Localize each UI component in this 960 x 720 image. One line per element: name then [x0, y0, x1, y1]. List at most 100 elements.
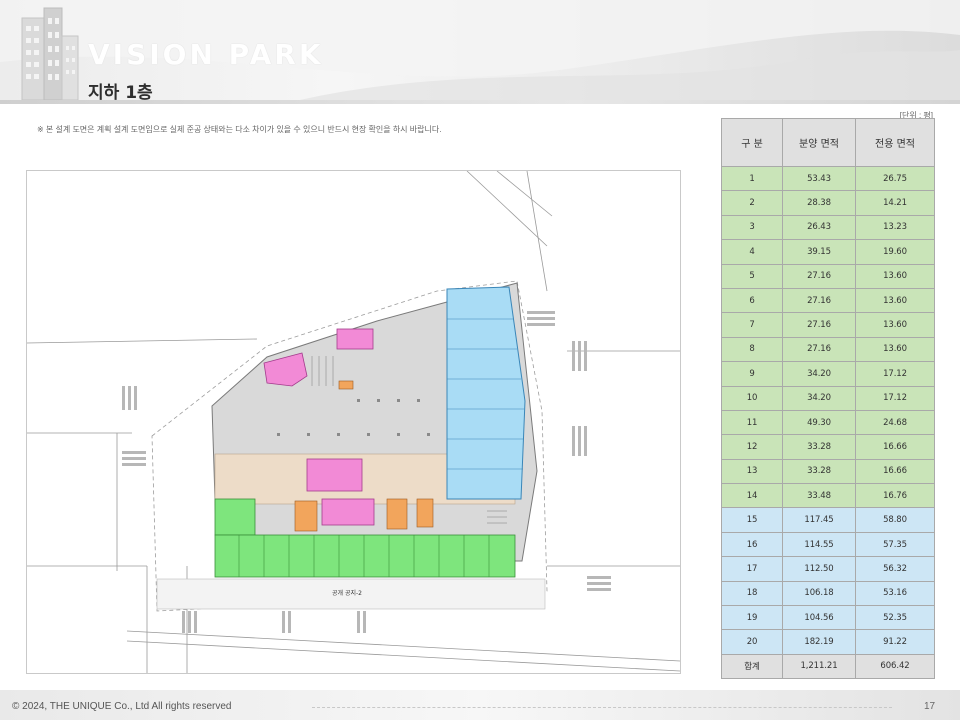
exclusive-area: 53.16	[855, 580, 935, 607]
sale-area: 104.56	[782, 605, 856, 631]
exclusive-area: 19.60	[855, 239, 935, 265]
table-row: 17 112.50 56.32	[721, 556, 935, 582]
column-header-sale-area: 분양 면적	[782, 118, 856, 167]
unit-number: 11	[721, 409, 783, 436]
sale-area: 33.28	[782, 434, 856, 460]
sale-area: 27.16	[782, 287, 856, 314]
exclusive-area: 58.80	[855, 507, 935, 533]
sale-area: 27.16	[782, 312, 856, 338]
sale-area: 49.30	[782, 409, 856, 436]
unit-number: 17	[721, 556, 783, 582]
exclusive-area: 13.23	[855, 214, 935, 241]
table-header-row: 구 분 분양 면적 전용 면적	[721, 118, 935, 167]
sale-area: 26.43	[782, 214, 856, 241]
table-row: 16 114.55 57.35	[721, 531, 935, 558]
header-divider	[0, 100, 960, 104]
table-row: 15 117.45 58.80	[721, 507, 935, 533]
unit-number: 3	[721, 214, 783, 241]
disclaimer-note: ※ 본 설계 도면은 계획 설계 도면임으로 실제 준공 상태와는 다소 차이가…	[37, 125, 442, 134]
unit-number: 2	[721, 190, 783, 216]
exclusive-area: 17.12	[855, 385, 935, 411]
sale-area: 27.16	[782, 336, 856, 363]
table-row: 19 104.56 52.35	[721, 605, 935, 631]
sale-area: 39.15	[782, 239, 856, 265]
table-total-row: 합계 1,211.21 606.42	[721, 653, 935, 679]
table-row: 11 49.30 24.68	[721, 409, 935, 436]
table-row: 1 53.43 26.75	[721, 165, 935, 192]
exclusive-area: 24.68	[855, 409, 935, 436]
exclusive-area: 13.60	[855, 263, 935, 289]
page-header: VISION PARK 지하 1층	[0, 0, 960, 104]
unit-number: 18	[721, 580, 783, 607]
total-sale-area: 1,211.21	[782, 653, 856, 679]
table-row: 20 182.19 91.22	[721, 629, 935, 655]
table-row: 4 39.15 19.60	[721, 239, 935, 265]
exclusive-area: 16.66	[855, 434, 935, 460]
unit-number: 8	[721, 336, 783, 363]
table-row: 14 33.48 16.76	[721, 483, 935, 509]
sale-area: 112.50	[782, 556, 856, 582]
sale-area: 117.45	[782, 507, 856, 533]
public-space-label: 공개 공지-2	[332, 590, 362, 597]
total-label: 합계	[721, 653, 783, 679]
sale-area: 114.55	[782, 531, 856, 558]
sale-area: 106.18	[782, 580, 856, 607]
table-row: 7 27.16 13.60	[721, 312, 935, 338]
table-row: 3 26.43 13.23	[721, 214, 935, 241]
exclusive-area: 13.60	[855, 336, 935, 363]
exclusive-area: 14.21	[855, 190, 935, 216]
unit-number: 12	[721, 434, 783, 460]
building-logo-icon	[21, 7, 79, 100]
sale-area: 28.38	[782, 190, 856, 216]
brand-title: VISION PARK	[88, 38, 324, 71]
page-number: 17	[924, 701, 936, 712]
unit-number: 20	[721, 629, 783, 655]
unit-number: 7	[721, 312, 783, 338]
exclusive-area: 56.32	[855, 556, 935, 582]
column-header-exclusive-area: 전용 면적	[855, 118, 935, 167]
table-row: 9 34.20 17.12	[721, 361, 935, 387]
sale-area: 33.28	[782, 458, 856, 485]
exclusive-area: 13.60	[855, 312, 935, 338]
unit-number: 10	[721, 385, 783, 411]
exclusive-area: 26.75	[855, 165, 935, 192]
floor-plan: 공개 공지-2	[26, 170, 681, 674]
unit-number: 14	[721, 483, 783, 509]
sale-area: 27.16	[782, 263, 856, 289]
exclusive-area: 16.76	[855, 483, 935, 509]
unit-number: 15	[721, 507, 783, 533]
table-row: 5 27.16 13.60	[721, 263, 935, 289]
exclusive-area: 57.35	[855, 531, 935, 558]
unit-number: 5	[721, 263, 783, 289]
copyright-text: © 2024, THE UNIQUE Co., Ltd All rights r…	[12, 701, 232, 712]
column-header-unit: 구 분	[721, 118, 783, 167]
sale-area: 33.48	[782, 483, 856, 509]
unit-number: 16	[721, 531, 783, 558]
area-table: 구 분 분양 면적 전용 면적 1 53.43 26.75 2 28.38 14.21 …	[721, 118, 935, 679]
table-row: 8 27.16 13.60	[721, 336, 935, 363]
table-row: 18 106.18 53.16	[721, 580, 935, 607]
sale-area: 34.20	[782, 385, 856, 411]
sale-area: 182.19	[782, 629, 856, 655]
unit-number: 9	[721, 361, 783, 387]
unit-number: 4	[721, 239, 783, 265]
table-row: 2 28.38 14.21	[721, 190, 935, 216]
floor-plan-drawing	[27, 171, 680, 673]
table-row: 6 27.16 13.60	[721, 287, 935, 314]
table-row: 13 33.28 16.66	[721, 458, 935, 485]
sale-area: 34.20	[782, 361, 856, 387]
unit-number: 1	[721, 165, 783, 192]
sale-area: 53.43	[782, 165, 856, 192]
total-exclusive-area: 606.42	[855, 653, 935, 679]
exclusive-area: 13.60	[855, 287, 935, 314]
unit-number: 13	[721, 458, 783, 485]
unit-number: 6	[721, 287, 783, 314]
table-row: 10 34.20 17.12	[721, 385, 935, 411]
exclusive-area: 52.35	[855, 605, 935, 631]
footer-divider	[312, 707, 892, 708]
exclusive-area: 91.22	[855, 629, 935, 655]
exclusive-area: 16.66	[855, 458, 935, 485]
unit-number: 19	[721, 605, 783, 631]
table-row: 12 33.28 16.66	[721, 434, 935, 460]
exclusive-area: 17.12	[855, 361, 935, 387]
